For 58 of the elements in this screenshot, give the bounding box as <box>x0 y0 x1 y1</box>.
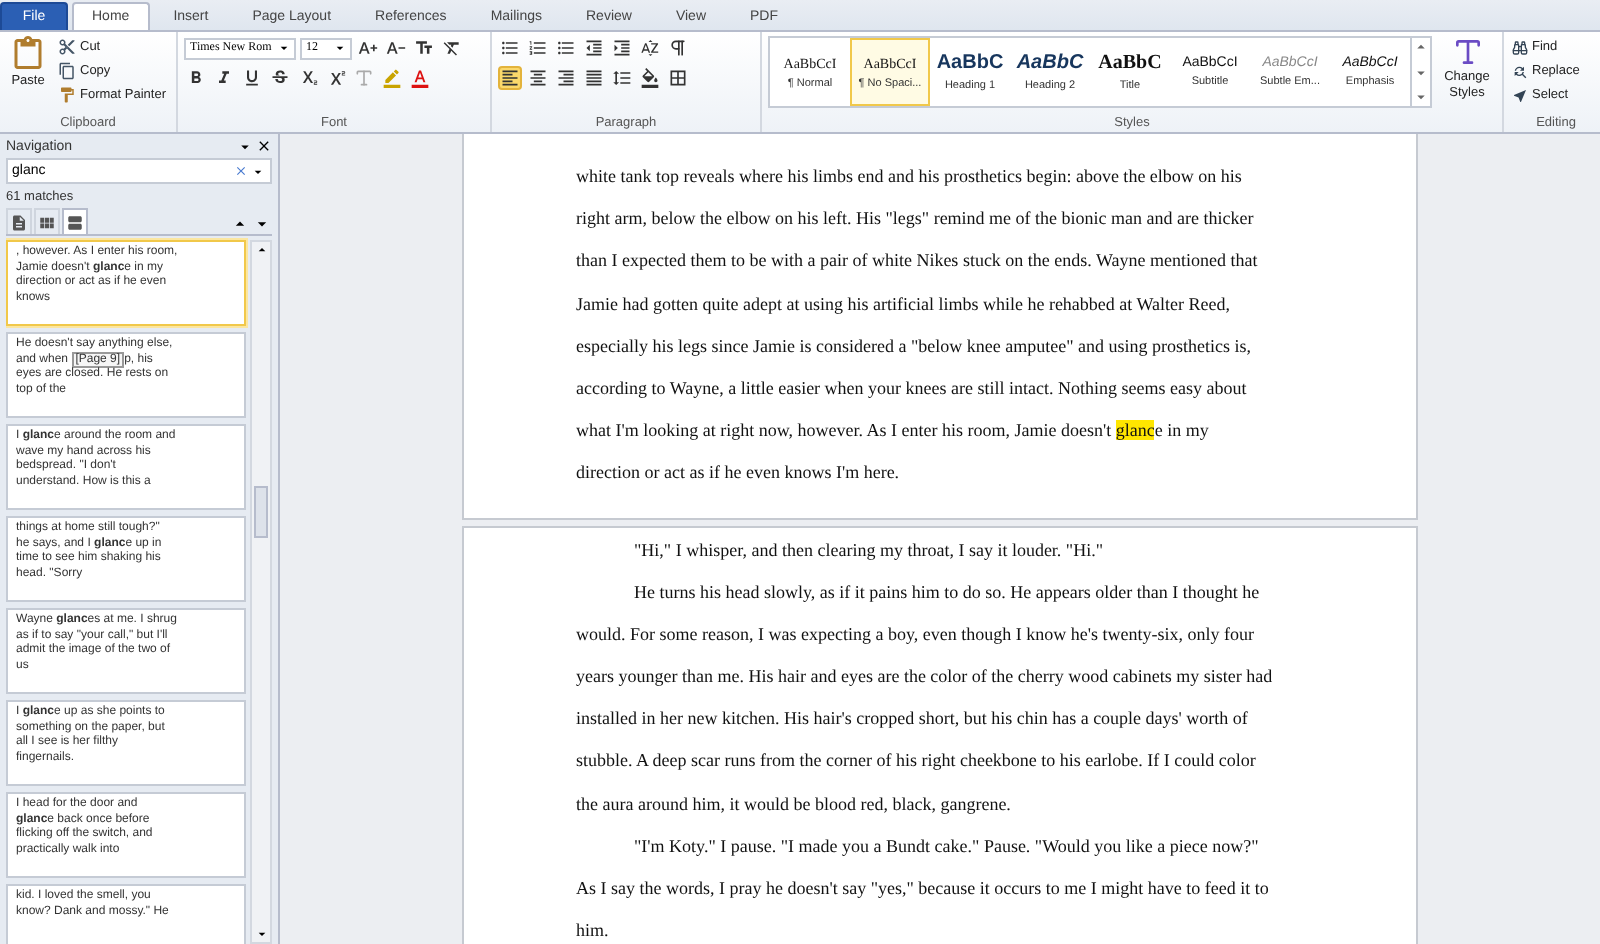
align-center-icon[interactable] <box>526 66 550 90</box>
line-spacing-icon[interactable] <box>610 66 634 90</box>
shading-icon[interactable] <box>638 66 662 90</box>
clear-formatting-icon[interactable] <box>440 36 464 60</box>
multilevel-list-icon[interactable] <box>554 36 578 60</box>
bullets-icon[interactable] <box>498 36 522 60</box>
pages-icon <box>38 213 56 231</box>
borders-icon[interactable] <box>666 66 690 90</box>
body-text: He turns his head slowly, as if it pains him to do so. He appears older than I thought he <box>632 579 1262 606</box>
grow-font-icon[interactable] <box>356 36 380 60</box>
body-text: than I expected them to be with a pair of white Nikes stuck on the ends. Wayne mentioned that <box>576 248 1260 275</box>
style-sample: AaBbC <box>1016 52 1084 74</box>
pointer-icon <box>1512 87 1528 103</box>
body-text: right arm, below the elbow on his left. His "legs" remind me of the bionic man and are thicker <box>576 206 1256 233</box>
binoculars-icon <box>1512 39 1528 55</box>
change-case-icon[interactable] <box>412 36 436 60</box>
body-text: "I'm Koty." I pause. "I made you a Bundt cake." Pause. "Would you like a piece now?" <box>632 833 1261 860</box>
body-text: him. <box>576 918 611 944</box>
body-text: especially his legs since Jamie is considered a "below knee amputee" and using prosthetics is, <box>576 333 1254 360</box>
results-view-tab[interactable] <box>62 208 88 234</box>
body-text: the aura around him, it would be blood red, black, gangrene. <box>576 791 1013 818</box>
clipboard-icon <box>10 36 46 72</box>
increase-indent-icon[interactable] <box>610 36 634 60</box>
decrease-indent-icon[interactable] <box>582 36 606 60</box>
body-text: direction or act as if he even knows I'm here. <box>576 460 902 487</box>
sort-icon[interactable] <box>638 36 662 60</box>
align-left-icon[interactable] <box>498 66 522 90</box>
align-justify-icon[interactable] <box>582 66 606 90</box>
body-text: white tank top reveals where his limbs end and his prosthetics begin: above the elbow on his <box>576 164 1244 190</box>
body-text: years younger than me. His hair and eyes are the color of the cherry wood cabinets my sister had <box>576 664 1275 691</box>
font-color-icon[interactable] <box>408 66 432 90</box>
body-text: according to Wayne, a little easier when your knees are still intact. Nothing seems easy about <box>576 375 1249 402</box>
style-sample: AaBbC <box>1098 52 1162 74</box>
body-text: would. For some reason, I was expecting a boy, even though I know he's twenty-six, only four <box>576 621 1256 648</box>
underline-icon[interactable] <box>240 66 264 90</box>
pilcrow-icon[interactable] <box>666 36 690 60</box>
headings-view-tab[interactable] <box>6 208 32 234</box>
body-text: "Hi," I whisper, and then clearing my throat, I say it louder. "Hi." <box>632 537 1106 564</box>
body-text: installed in her new kitchen. His hair's cropped short, but his chin has a couple days' worth of <box>576 706 1250 733</box>
body-text: what I'm looking at right now, however. As I enter his room, Jamie doesn't glance in my <box>576 418 1211 445</box>
body-text: stubble. A deep scar runs from the corner of his right cheekbone to his earlobe. If I could color <box>576 748 1258 775</box>
clear-icon[interactable] <box>234 164 248 178</box>
close-icon[interactable] <box>256 138 272 154</box>
scrollbar[interactable] <box>250 240 272 944</box>
replace-icon <box>1512 63 1528 79</box>
results-icon <box>66 213 84 231</box>
copy-icon <box>58 62 76 80</box>
numbering-icon[interactable] <box>526 36 550 60</box>
body-text: Jamie had gotten quite adept at using his artificial limbs while he rehabbed at Walter Reed, <box>576 291 1233 318</box>
align-right-icon[interactable] <box>554 66 578 90</box>
pages-view-tab[interactable] <box>34 208 60 234</box>
scrollbar-thumb[interactable] <box>254 486 268 538</box>
shrink-font-icon[interactable] <box>384 36 408 60</box>
scissors-icon <box>58 38 76 56</box>
body-text: As I say the words, I pray he doesn't say "yes," because it occurs to me I might have to feed it to <box>576 876 1271 902</box>
style-sample: AaBbC <box>936 52 1004 74</box>
paint-roller-icon <box>58 86 76 104</box>
headings-icon <box>10 213 28 231</box>
